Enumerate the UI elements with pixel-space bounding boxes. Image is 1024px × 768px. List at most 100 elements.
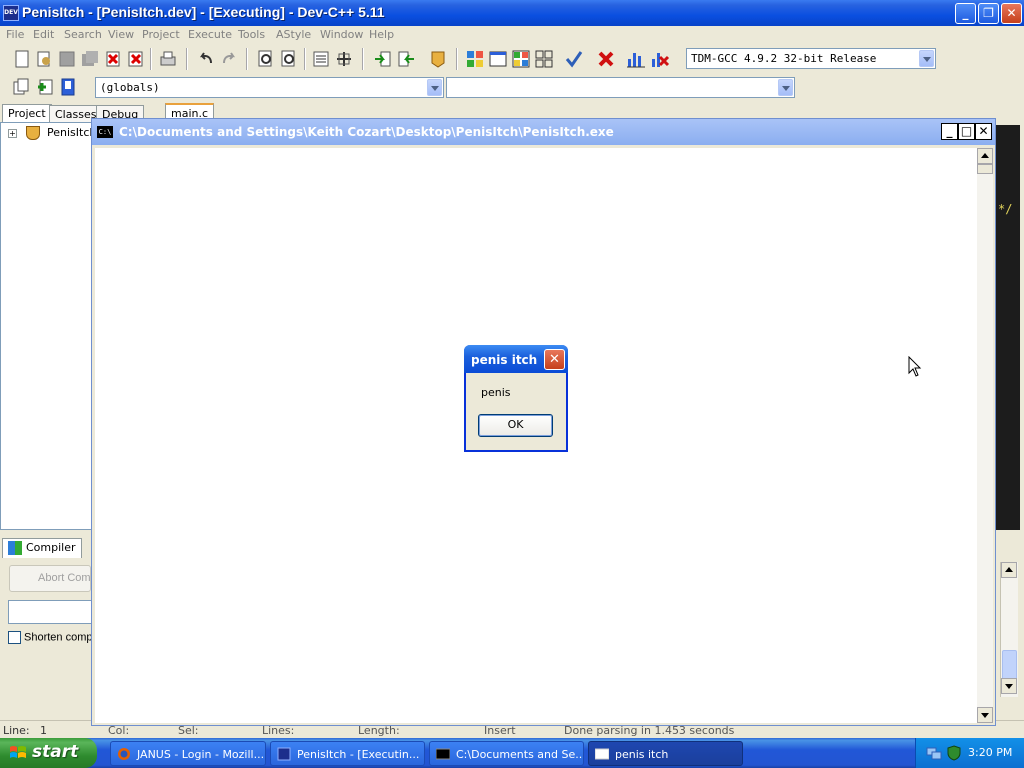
compiler-select[interactable]: TDM-GCC 4.9.2 32-bit Release xyxy=(686,48,936,69)
console-titlebar[interactable]: C:\ C:\Documents and Settings\Keith Coza… xyxy=(92,119,995,145)
message-box[interactable]: penis itch ✕ penis OK xyxy=(464,345,568,452)
network-icon[interactable] xyxy=(926,745,942,761)
taskbar-item-firefox[interactable]: JANUS - Login - Mozill... xyxy=(110,741,266,766)
delete-profile-icon[interactable] xyxy=(650,49,670,69)
save-icon[interactable] xyxy=(57,49,77,69)
toolbar-separator xyxy=(304,48,306,70)
close-button[interactable]: ✕ xyxy=(1001,3,1022,24)
taskbar-item-label: JANUS - Login - Mozill... xyxy=(137,748,265,761)
scroll-down-button[interactable] xyxy=(977,707,993,723)
class-browser-icon[interactable] xyxy=(428,49,448,69)
scroll-thumb[interactable] xyxy=(1002,650,1017,680)
menu-search[interactable]: Search xyxy=(64,28,102,41)
goto-bookmark-icon[interactable] xyxy=(396,49,416,69)
console-icon xyxy=(436,748,450,760)
toolbar-separator xyxy=(186,48,188,70)
menu-help[interactable]: Help xyxy=(369,28,394,41)
menu-view[interactable]: View xyxy=(108,28,134,41)
security-shield-icon[interactable] xyxy=(946,745,962,761)
main-titlebar[interactable]: DEV PenisItch - [PenisItch.dev] - [Execu… xyxy=(0,0,1024,26)
console-minimize-button[interactable]: _ xyxy=(941,123,958,140)
tab-compiler[interactable]: Compiler xyxy=(2,538,82,558)
taskbar-item-console[interactable]: C:\Documents and Se... xyxy=(429,741,584,766)
remove-from-project-icon[interactable] xyxy=(58,77,78,97)
replace-icon[interactable] xyxy=(279,49,299,69)
menu-astyle[interactable]: AStyle xyxy=(276,28,311,41)
compiler-panel-scrollbar[interactable] xyxy=(1000,562,1018,697)
message-box-titlebar[interactable]: penis itch ✕ xyxy=(464,345,568,373)
project-tree-label: PenisItch xyxy=(47,126,97,139)
menu-tools[interactable]: Tools xyxy=(238,28,265,41)
main-window-title: PenisItch - [PenisItch.dev] - [Executing… xyxy=(22,4,385,20)
chevron-down-icon[interactable] xyxy=(427,79,442,96)
undo-icon[interactable] xyxy=(196,49,216,69)
compiler-output-field[interactable] xyxy=(8,600,92,624)
menu-execute[interactable]: Execute xyxy=(188,28,232,41)
scope-select[interactable]: (globals) xyxy=(95,77,444,98)
checkbox-label: Shorten comp xyxy=(24,631,92,644)
scroll-up-button[interactable] xyxy=(1001,562,1017,578)
tab-project[interactable]: Project xyxy=(2,104,52,122)
close-all-icon[interactable] xyxy=(126,49,146,69)
scroll-down-button[interactable] xyxy=(1001,678,1017,694)
project-browser[interactable] xyxy=(0,122,92,530)
compile-run-icon[interactable] xyxy=(511,49,531,69)
console-maximize-button[interactable]: □ xyxy=(958,123,975,140)
clock[interactable]: 3:20 PM xyxy=(968,746,1012,759)
scroll-up-button[interactable] xyxy=(977,148,993,164)
menu-window[interactable]: Window xyxy=(320,28,363,41)
status-line-value: 1 xyxy=(40,724,47,737)
profile-chart-icon[interactable] xyxy=(626,49,646,69)
menu-file[interactable]: File xyxy=(6,28,24,41)
abort-compilation-button[interactable]: Abort Com xyxy=(9,565,91,592)
run-icon[interactable] xyxy=(488,49,508,69)
shorten-compiler-paths-checkbox[interactable]: Shorten comp xyxy=(8,631,92,644)
chevron-down-icon[interactable] xyxy=(778,79,793,96)
indent-icon[interactable] xyxy=(311,49,331,69)
rebuild-all-icon[interactable] xyxy=(534,49,554,69)
find-icon[interactable] xyxy=(256,49,276,69)
mouse-cursor-icon xyxy=(908,356,922,377)
taskbar: start JANUS - Login - Mozill... PenisItc… xyxy=(0,738,1024,768)
open-file-icon[interactable] xyxy=(34,49,54,69)
toolbar-separator xyxy=(362,48,364,70)
save-all-icon[interactable] xyxy=(80,49,100,69)
compile-icon[interactable] xyxy=(465,49,485,69)
new-project-icon[interactable] xyxy=(11,77,31,97)
menu-edit[interactable]: Edit xyxy=(33,28,54,41)
menu-project[interactable]: Project xyxy=(142,28,180,41)
code-editor[interactable] xyxy=(995,125,1020,530)
add-to-project-icon[interactable] xyxy=(35,77,55,97)
console-icon[interactable]: C:\ xyxy=(97,126,113,138)
new-file-icon[interactable] xyxy=(12,49,32,69)
close-file-icon[interactable] xyxy=(103,49,123,69)
project-tree-item[interactable]: + PenisItch xyxy=(8,126,96,140)
unindent-icon[interactable] xyxy=(334,49,354,69)
compiler-select-value: TDM-GCC 4.9.2 32-bit Release xyxy=(691,52,877,65)
redo-icon[interactable] xyxy=(219,49,239,69)
goto-line-icon[interactable] xyxy=(373,49,393,69)
syntax-check-icon[interactable] xyxy=(564,49,584,69)
tree-expand-icon[interactable]: + xyxy=(8,128,17,138)
system-tray: 3:20 PM xyxy=(915,738,1024,768)
minimize-button[interactable]: _ xyxy=(955,3,976,24)
stop-execution-icon[interactable] xyxy=(596,49,616,69)
taskbar-item-label: PenisItch - [Executin... xyxy=(297,748,420,761)
scroll-thumb[interactable] xyxy=(977,164,993,174)
checkbox-box[interactable] xyxy=(8,631,21,644)
ok-button[interactable]: OK xyxy=(478,414,553,437)
toolbar-separator xyxy=(246,48,248,70)
function-select[interactable] xyxy=(446,77,795,98)
message-box-close-button[interactable]: ✕ xyxy=(544,349,565,370)
taskbar-item-message-box[interactable]: penis itch xyxy=(588,741,743,766)
status-line-label: Line: xyxy=(3,724,30,737)
print-icon[interactable] xyxy=(158,49,178,69)
console-close-button[interactable]: ✕ xyxy=(975,123,992,140)
console-scrollbar[interactable] xyxy=(977,148,993,723)
taskbar-item-devcpp[interactable]: PenisItch - [Executin... xyxy=(270,741,425,766)
devcpp-app-icon[interactable]: DEV xyxy=(3,5,19,21)
taskbar-item-label: penis itch xyxy=(615,748,669,761)
chevron-down-icon[interactable] xyxy=(919,50,934,67)
start-button[interactable]: start xyxy=(0,738,97,768)
restore-button[interactable]: ❐ xyxy=(978,3,999,24)
